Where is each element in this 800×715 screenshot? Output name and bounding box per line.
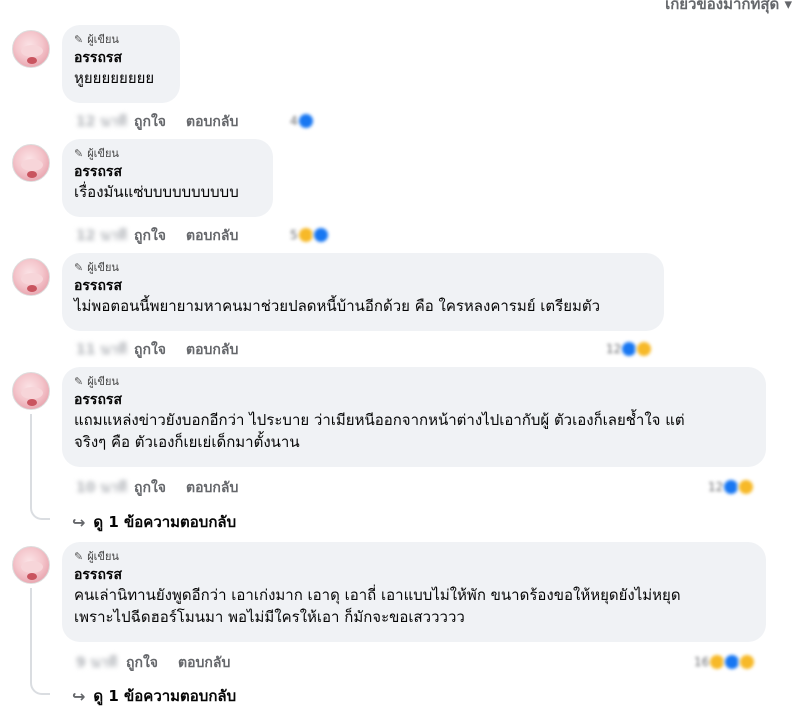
reaction-count: 16 — [694, 655, 710, 669]
author-badge: ✎ ผู้เขียน — [74, 31, 168, 47]
avatar[interactable] — [12, 144, 50, 182]
author-name[interactable]: อรรถรส — [74, 277, 652, 295]
haha-reaction-icon — [635, 340, 654, 358]
like-button[interactable]: ถูกใจ — [134, 339, 166, 361]
timestamp[interactable]: 12 นาที — [76, 111, 134, 133]
comment-text-line: คนเล่านิทานยังพูดอีกว่า เอาเก่งมาก เอาดุ… — [74, 586, 681, 604]
comment-text-line: เพราะไปฉีดฮอร์โมนมา พอไม่มีใครให้เอา ก็ม… — [74, 608, 465, 626]
reply-arrow-icon: ↪ — [72, 512, 86, 532]
view-replies-label: ดู 1 ข้อความตอบกลับ — [93, 513, 237, 531]
reaction-summary[interactable]: 12 — [708, 477, 756, 497]
reply-button[interactable]: ตอบกลับ — [186, 477, 238, 499]
author-badge-label: ผู้เขียน — [87, 261, 119, 274]
reaction-summary[interactable]: 12 — [606, 339, 654, 359]
sort-dropdown[interactable]: เกี่ยวข้องมากที่สุด ▾ — [665, 0, 792, 16]
author-badge: ✎ ผู้เขียน — [74, 373, 754, 389]
avatar[interactable] — [12, 258, 50, 296]
like-button[interactable]: ถูกใจ — [134, 225, 166, 247]
author-badge-label: ผู้เขียน — [87, 147, 119, 160]
comment-bubble: ✎ ผู้เขียน อรรถรส เรื่องมันแซ่บบบบบบบบบบ — [62, 139, 273, 217]
author-badge: ✎ ผู้เขียน — [74, 259, 652, 275]
author-badge-label: ผู้เขียน — [87, 550, 119, 563]
like-button[interactable]: ถูกใจ — [126, 652, 158, 674]
reply-button[interactable]: ตอบกลับ — [186, 111, 238, 133]
like-button[interactable]: ถูกใจ — [134, 477, 166, 499]
comment-bubble: ✎ ผู้เขียน อรรถรส ไม่พอตอนนี้พยายามหาคนมา… — [62, 253, 664, 331]
author-badge: ✎ ผู้เขียน — [74, 145, 261, 161]
comment-actions: 11 นาที ถูกใจ ตอบกลับ — [76, 339, 258, 361]
timestamp[interactable]: 9 นาที — [76, 652, 126, 674]
reaction-summary[interactable]: 4 — [290, 111, 315, 131]
comment-actions: 9 นาที ถูกใจ ตอบกลับ — [76, 652, 250, 674]
pencil-icon: ✎ — [74, 146, 84, 160]
view-replies-link[interactable]: ↪ ดู 1 ข้อความตอบกลับ — [72, 510, 236, 534]
reply-arrow-icon: ↪ — [72, 686, 86, 706]
comment-text-line: จริงๆ คือ ตัวเองก็เยเย่เด็กมาตั้งนาน — [74, 433, 300, 451]
comment-bubble: ✎ ผู้เขียน อรรถรส แถมแหล่งข่าวยังบอกอีกว่… — [62, 367, 766, 467]
comment-text: เรื่องมันแซ่บบบบบบบบบบ — [74, 183, 239, 201]
view-replies-link[interactable]: ↪ ดู 1 ข้อความตอบกลับ — [72, 684, 236, 708]
like-reaction-icon — [296, 112, 315, 130]
comment-text: ไม่พอตอนนี้พยายามหาคนมาช่วยปลดหนี้บ้านอี… — [74, 297, 601, 315]
comment-actions: 12 นาที ถูกใจ ตอบกลับ — [76, 225, 258, 247]
reply-button[interactable]: ตอบกลับ — [186, 225, 238, 247]
haha-reaction-icon — [737, 478, 756, 496]
author-badge-label: ผู้เขียน — [87, 375, 119, 388]
author-badge: ✎ ผู้เขียน — [74, 548, 754, 564]
timestamp[interactable]: 10 นาที — [76, 477, 134, 499]
author-name[interactable]: อรรถรส — [74, 391, 754, 409]
author-name[interactable]: อรรถรส — [74, 566, 754, 584]
comment-text-line: แถมแหล่งข่าวยังบอกอีกว่า ไประบาย ว่าเมีย… — [74, 411, 685, 429]
pencil-icon: ✎ — [74, 374, 84, 388]
like-button[interactable]: ถูกใจ — [134, 111, 166, 133]
comment-bubble: ✎ ผู้เขียน อรรถรส คนเล่านิทานยังพูดอีกว่า… — [62, 542, 766, 642]
view-replies-label: ดู 1 ข้อความตอบกลับ — [93, 687, 237, 705]
reaction-summary[interactable]: 5 — [290, 225, 330, 245]
pencil-icon: ✎ — [74, 260, 84, 274]
reaction-count: 12 — [606, 342, 622, 356]
comment-actions: 10 นาที ถูกใจ ตอบกลับ — [76, 477, 258, 499]
avatar[interactable] — [12, 546, 50, 584]
timestamp[interactable]: 11 นาที — [76, 339, 134, 361]
reaction-count: 12 — [708, 480, 724, 494]
pencil-icon: ✎ — [74, 32, 84, 46]
reply-thread-line — [30, 414, 50, 520]
reply-thread-line — [30, 588, 50, 695]
comment-text: หูยยยยยยยย — [74, 69, 155, 87]
author-badge-label: ผู้เขียน — [87, 33, 119, 46]
pencil-icon: ✎ — [74, 549, 84, 563]
like-reaction-icon — [311, 226, 330, 244]
timestamp[interactable]: 12 นาที — [76, 225, 134, 247]
reaction-summary[interactable]: 16 — [694, 652, 757, 672]
haha-reaction-icon — [738, 653, 757, 671]
comment-actions: 12 นาที ถูกใจ ตอบกลับ — [76, 111, 258, 133]
comment-bubble: ✎ ผู้เขียน อรรถรส หูยยยยยยยย — [62, 25, 180, 103]
author-name[interactable]: อรรถรส — [74, 163, 261, 181]
reply-button[interactable]: ตอบกลับ — [186, 339, 238, 361]
author-name[interactable]: อรรถรส — [74, 49, 168, 67]
avatar[interactable] — [12, 372, 50, 410]
reply-button[interactable]: ตอบกลับ — [178, 652, 230, 674]
avatar[interactable] — [12, 30, 50, 68]
